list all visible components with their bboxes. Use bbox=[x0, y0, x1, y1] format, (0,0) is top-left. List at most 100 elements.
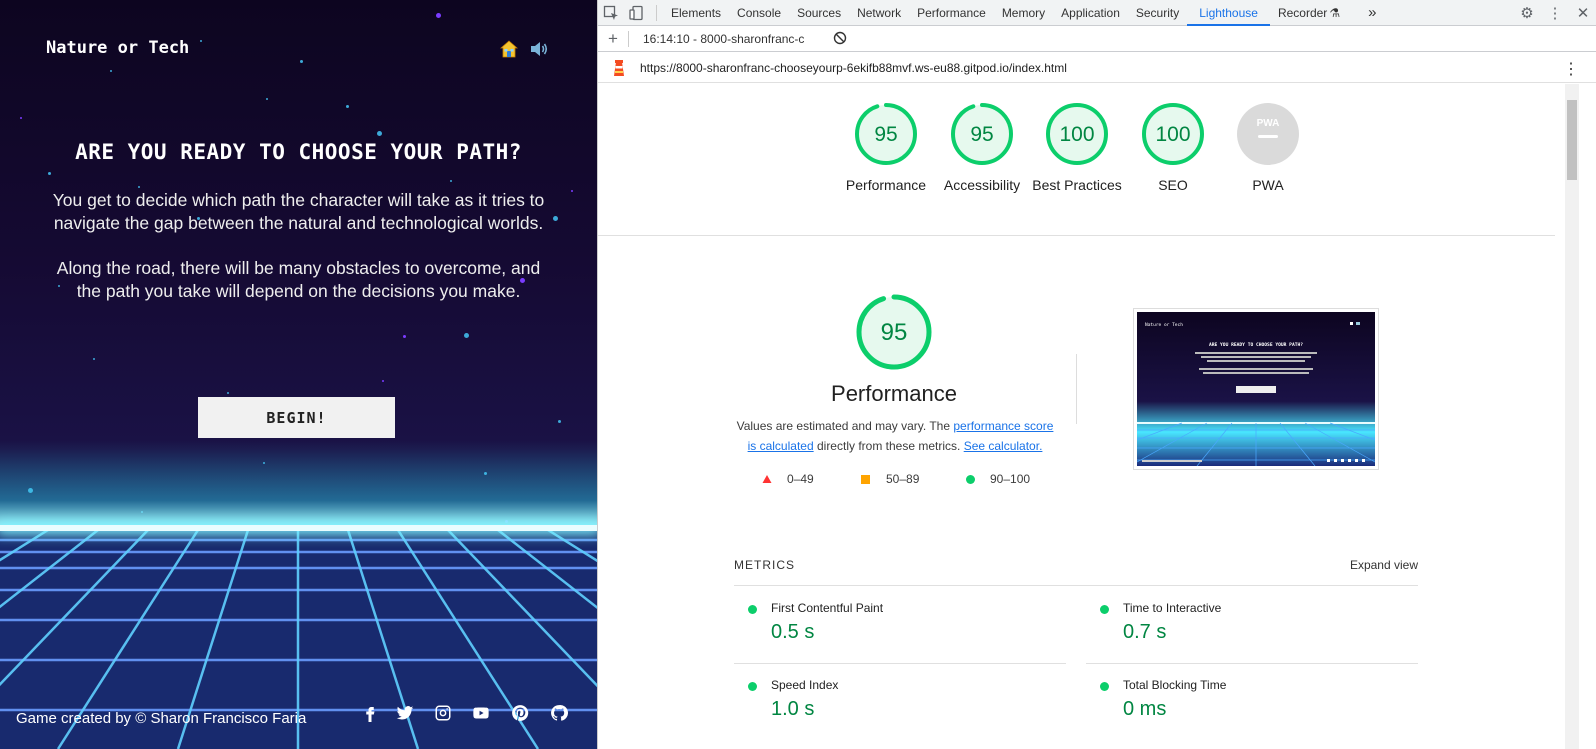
tab-performance[interactable]: Performance bbox=[909, 0, 994, 26]
gauge-accessibility[interactable]: 95 Accessibility bbox=[944, 102, 1020, 195]
tab-application[interactable]: Application bbox=[1053, 0, 1128, 26]
tab-security[interactable]: Security bbox=[1128, 0, 1187, 26]
star bbox=[20, 117, 22, 119]
gear-icon[interactable]: ⚙ bbox=[1513, 4, 1541, 22]
gauge-label: SEO bbox=[1158, 177, 1188, 193]
metrics-title: METRICS bbox=[734, 558, 795, 572]
device-toolbar-icon[interactable] bbox=[624, 0, 650, 26]
speaker-icon[interactable] bbox=[529, 40, 549, 58]
section-divider bbox=[598, 235, 1555, 236]
game-heading: ARE YOU READY TO CHOOSE YOUR PATH? bbox=[75, 140, 522, 164]
metric-first-contentful-paint: First Contentful Paint 0.5 s bbox=[734, 587, 1066, 664]
gauge-label: Performance bbox=[845, 177, 927, 193]
tab-console[interactable]: Console bbox=[729, 0, 789, 26]
game-page: Nature or Tech ARE YOU READY TO CHOOSE Y… bbox=[0, 0, 597, 749]
report-select[interactable]: 16:14:10 - 8000-sharonfranc-c ▼ bbox=[629, 32, 809, 46]
legend-pass-label: 90–100 bbox=[990, 472, 1031, 486]
begin-button[interactable]: BEGIN! bbox=[198, 397, 395, 438]
scrollbar[interactable] bbox=[1565, 84, 1579, 749]
tab-memory[interactable]: Memory bbox=[994, 0, 1053, 26]
inspect-element-icon[interactable] bbox=[598, 0, 624, 26]
triangle-icon bbox=[762, 475, 772, 483]
performance-gauge[interactable]: 95 bbox=[856, 294, 932, 370]
gauge-pwa[interactable]: PWA PWA bbox=[1235, 102, 1301, 195]
gauge-score: 100 bbox=[1155, 123, 1190, 146]
star bbox=[346, 105, 349, 108]
see-calculator-link[interactable]: See calculator. bbox=[964, 439, 1043, 453]
report-menu-icon[interactable]: ⋮ bbox=[1563, 59, 1579, 79]
instagram-icon[interactable] bbox=[433, 703, 453, 723]
tab-lighthouse[interactable]: Lighthouse bbox=[1187, 0, 1270, 26]
more-tabs-icon[interactable]: » bbox=[1360, 0, 1384, 26]
tab-sources[interactable]: Sources bbox=[789, 0, 849, 26]
star bbox=[464, 333, 469, 338]
star bbox=[300, 60, 303, 63]
performance-description: Values are estimated and may vary. The p… bbox=[736, 416, 1054, 456]
metric-value: 1.0 s bbox=[771, 698, 815, 720]
expand-view-toggle[interactable]: Expand view bbox=[1350, 558, 1418, 572]
gauge-seo[interactable]: 100 SEO bbox=[1140, 102, 1206, 195]
game-intro: You get to decide which path the charact… bbox=[50, 189, 547, 325]
gauge-score: 95 bbox=[874, 123, 897, 146]
new-report-icon[interactable]: + bbox=[598, 29, 628, 49]
report-url[interactable]: https://8000-sharonfranc-chooseyourp-6ek… bbox=[640, 61, 1067, 75]
star bbox=[382, 380, 384, 382]
gauge-label: Accessibility bbox=[943, 177, 1021, 193]
gauge-label: Best Practices bbox=[1032, 177, 1122, 193]
chevron-down-icon: ▼ bbox=[808, 34, 809, 44]
metric-value: 0 ms bbox=[1123, 698, 1167, 720]
metric-name: Total Blocking Time bbox=[1123, 678, 1227, 692]
report-url-bar: https://8000-sharonfranc-chooseyourp-6ek… bbox=[598, 53, 1596, 83]
gauge-performance[interactable]: 95 Performance bbox=[846, 102, 926, 195]
home-icon[interactable] bbox=[499, 40, 519, 58]
metric-speed-index: Speed Index 1.0 s bbox=[734, 664, 1066, 741]
performance-title: Performance bbox=[831, 381, 957, 406]
devtools-tab-bar: Elements Console Sources Network Performance… bbox=[598, 0, 1596, 26]
youtube-icon[interactable] bbox=[471, 703, 491, 723]
pinterest-icon[interactable] bbox=[510, 703, 530, 723]
horizon-line bbox=[0, 525, 597, 531]
circle-icon bbox=[966, 474, 975, 484]
thumb-title: ARE YOU READY TO CHOOSE YOUR PATH? bbox=[1209, 342, 1303, 348]
tab-network[interactable]: Network bbox=[849, 0, 909, 26]
scrollbar-thumb[interactable] bbox=[1567, 100, 1577, 180]
game-logo[interactable]: Nature or Tech bbox=[46, 38, 189, 58]
intro-paragraph-1: You get to decide which path the charact… bbox=[52, 190, 545, 233]
twitter-icon[interactable] bbox=[395, 703, 415, 723]
screenshot-thumbnail: Nature or Tech ARE YOU READY TO CHOOSE Y… bbox=[1137, 312, 1375, 466]
gauge-score: 100 bbox=[1059, 123, 1094, 146]
close-icon[interactable]: ✕ bbox=[1569, 4, 1596, 22]
clear-icon[interactable] bbox=[833, 31, 847, 48]
facebook-icon[interactable] bbox=[360, 703, 380, 723]
metric-value: 0.7 s bbox=[1123, 621, 1167, 643]
star bbox=[377, 131, 382, 136]
final-screenshot[interactable]: Nature or Tech ARE YOU READY TO CHOOSE Y… bbox=[1133, 308, 1379, 470]
devtools-panel: Elements Console Sources Network Performance… bbox=[597, 0, 1596, 749]
square-icon bbox=[861, 474, 870, 484]
recorder-beaker-icon: ⚗ bbox=[1329, 5, 1341, 20]
lighthouse-logo-icon bbox=[614, 59, 624, 76]
gauge-best-practices[interactable]: 100 Best Practices bbox=[1032, 102, 1122, 195]
tab-recorder[interactable]: Recorder bbox=[1270, 0, 1335, 26]
metric-name: Time to Interactive bbox=[1123, 601, 1222, 615]
metrics-header: METRICS Expand view bbox=[734, 556, 1418, 586]
github-icon[interactable] bbox=[549, 703, 569, 723]
lighthouse-report: 95 Performance 95 Accessibility 100 Best Prac… bbox=[598, 84, 1596, 749]
tab-list: Elements Console Sources Network Performance… bbox=[663, 0, 1335, 26]
devtools-right-tools: ⚙ ⋮ ✕ bbox=[1513, 0, 1596, 26]
legend-average-label: 50–89 bbox=[886, 472, 920, 486]
star bbox=[138, 186, 140, 188]
kebab-menu-icon[interactable]: ⋮ bbox=[1541, 4, 1569, 22]
metric-value: 0.5 s bbox=[771, 621, 815, 643]
metric-time-to-interactive: Time to Interactive 0.7 s bbox=[1086, 587, 1418, 664]
star bbox=[266, 98, 268, 100]
star bbox=[553, 216, 558, 221]
description-text-2: directly from these metrics. bbox=[813, 439, 964, 453]
metric-total-blocking-time: Total Blocking Time 0 ms bbox=[1086, 664, 1418, 741]
star bbox=[436, 13, 441, 18]
thumb-logo: Nature or Tech bbox=[1145, 322, 1183, 328]
tab-separator bbox=[656, 4, 657, 21]
tab-elements[interactable]: Elements bbox=[663, 0, 729, 26]
star bbox=[450, 180, 452, 182]
pwa-badge: PWA bbox=[1257, 118, 1280, 129]
